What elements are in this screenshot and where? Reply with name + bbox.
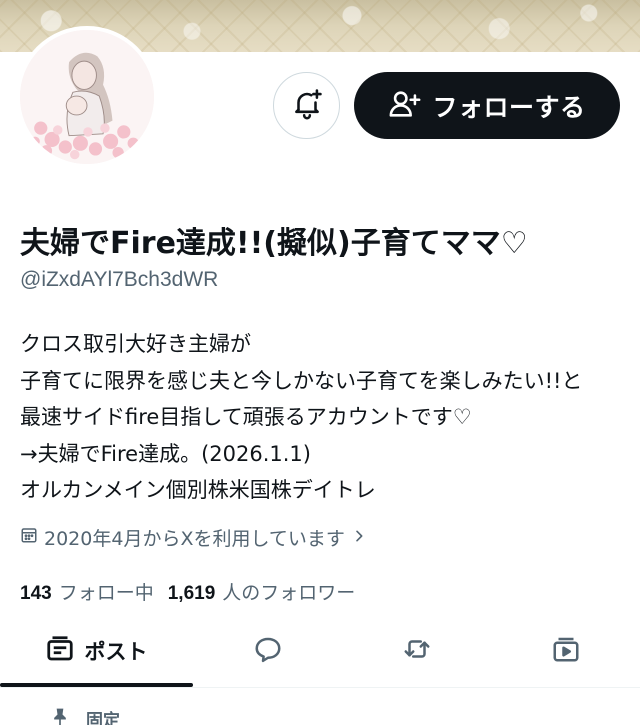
tab-replies[interactable] — [218, 618, 318, 684]
pin-icon — [50, 707, 70, 725]
followers-count: 1,619 — [167, 583, 216, 604]
profile-tabs: ポスト — [0, 618, 640, 688]
chevron-right-icon — [351, 527, 367, 549]
following-link[interactable]: 143 フォロー中 — [20, 578, 168, 605]
follow-button[interactable]: フォローする — [354, 72, 620, 139]
followers-link[interactable]: 1,619 人のフォロワー — [168, 578, 370, 605]
reply-icon — [253, 634, 283, 668]
follow-button-label: フォローする — [432, 93, 586, 122]
notify-bell-button[interactable] — [273, 72, 340, 139]
repost-icon — [402, 634, 432, 668]
tab-reposts[interactable] — [367, 618, 467, 684]
profile-bio: クロス取引大好き主婦が 子育てに限界を感じ夫と今しかない子育てを楽しみたい!!と… — [20, 326, 630, 509]
media-icon — [551, 634, 581, 668]
posts-icon — [45, 634, 75, 668]
display-name: 夫婦でFire達成!!(擬似)子育てママ♡ — [20, 226, 528, 261]
active-tab-indicator — [0, 683, 193, 687]
bio-line: 子育てに限界を感じ夫と今しかない子育てを楽しみたい!!と — [20, 368, 583, 393]
bio-line: クロス取引大好き主婦が — [20, 332, 251, 356]
person-plus-icon — [388, 87, 422, 125]
following-label: フォロー中 — [58, 582, 154, 604]
bio-line: 最速サイドfire目指して頑張るアカウントです♡ — [20, 405, 472, 429]
joined-text: 2020年4月からXを利用しています — [44, 528, 345, 550]
tab-media[interactable] — [516, 618, 616, 684]
tab-posts[interactable]: ポスト — [0, 618, 192, 684]
following-count: 143 — [20, 583, 52, 604]
tab-posts-label: ポスト — [84, 640, 148, 664]
follow-stats: 143 フォロー中 1,619 人のフォロワー — [20, 578, 369, 605]
bell-plus-icon — [290, 87, 324, 125]
pinned-label: 固定 — [86, 711, 120, 725]
pinned-indicator: 固定 — [50, 706, 120, 725]
joined-date[interactable]: 2020年4月からXを利用しています — [20, 524, 367, 551]
calendar-icon — [20, 526, 38, 549]
bio-line: オルカンメイン個別株米国株デイトレ — [20, 478, 376, 502]
user-handle: @iZxdAYl7Bch3dWR — [20, 268, 219, 291]
avatar[interactable] — [16, 26, 158, 168]
followers-label: 人のフォロワー — [222, 582, 356, 604]
bio-line: →夫婦でFire達成。(2026.1.1) — [20, 441, 311, 466]
